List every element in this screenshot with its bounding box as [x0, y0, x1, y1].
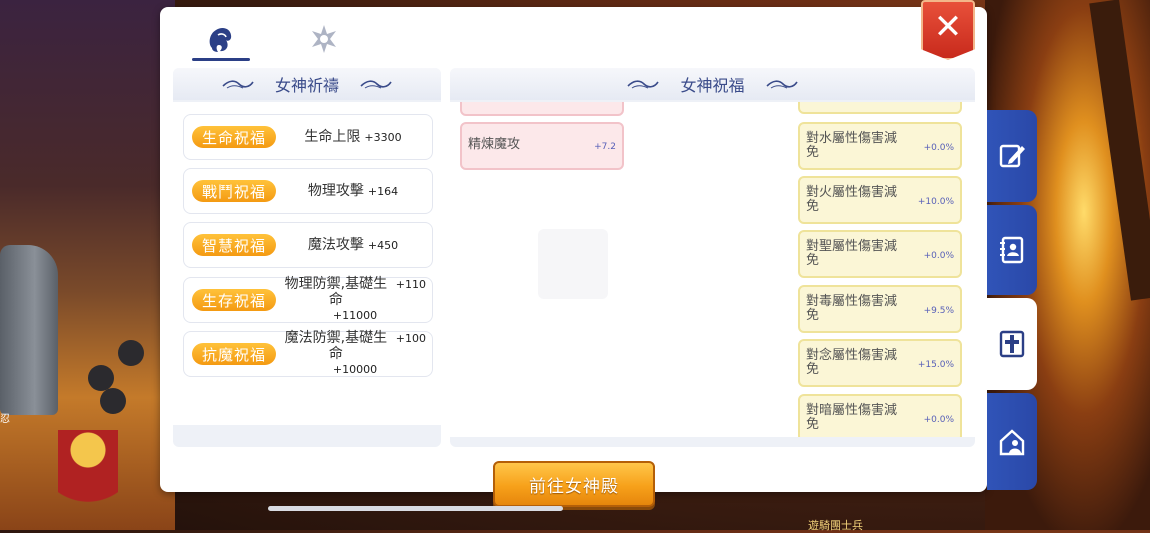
blessing-card: 對毒屬性傷害減免 +9.5%: [798, 285, 962, 333]
dead-tree: [1089, 0, 1150, 301]
stone-tower: [0, 245, 58, 415]
section-header: 女神祈禱: [173, 68, 441, 100]
blessing-value: +10.0%: [917, 197, 954, 207]
blessing-card-partial: [460, 102, 624, 116]
prayer-row: 戰鬥祝福 物理攻擊 +164: [183, 168, 433, 214]
blessing-card: 對聖屬性傷害減免 +0.0%: [798, 230, 962, 278]
top-tab-bar: [160, 7, 987, 67]
player-character[interactable]: [58, 430, 118, 530]
goddess-prayer-section: 女神祈禱 生命祝福 生命上限 +3300 戰鬥祝福 物理攻擊 +164 智慧祝福 魔…: [173, 68, 441, 447]
edit-pencil-icon: [999, 144, 1025, 168]
blessing-name: 對念屬性傷害減免: [806, 348, 898, 377]
section-header: 女神祝福: [450, 68, 975, 100]
prayer-row: 生命祝福 生命上限 +3300: [183, 114, 433, 160]
section-title: 女神祈禱: [274, 76, 339, 95]
blessing-value: +0.0%: [923, 415, 954, 425]
prayer-pill[interactable]: 生命祝福: [192, 126, 276, 148]
side-tab-edit[interactable]: [987, 110, 1037, 202]
close-button[interactable]: ✕: [921, 0, 975, 60]
npc-name-tag: 忍: [0, 414, 10, 425]
prayer-stat: 魔法防禦,基礎生命 +100 +10000: [284, 330, 426, 376]
close-icon: ✕: [933, 7, 963, 47]
blessing-value: +0.0%: [923, 143, 954, 153]
prayer-stat: 生命上限 +3300: [304, 128, 402, 145]
game-background-left: 忍: [0, 0, 175, 530]
contact-book-icon: [1000, 236, 1024, 264]
blessing-value: +0.0%: [923, 251, 954, 261]
prayer-stat: 魔法攻擊 +450: [307, 236, 399, 253]
dark-orb: [118, 340, 144, 366]
swirl-ornament-icon: [360, 80, 392, 89]
blessing-name: 對毒屬性傷害減免: [806, 294, 898, 323]
blessing-name: 精煉魔攻: [468, 137, 521, 152]
side-tab-guild-home[interactable]: [987, 393, 1037, 490]
dark-orb: [100, 388, 126, 414]
goddess-silhouette-icon: [209, 27, 232, 52]
prayer-row: 智慧祝福 魔法攻擊 +450: [183, 222, 433, 268]
blessing-value: +15.0%: [917, 360, 954, 370]
crystal-flower-icon: [312, 25, 336, 53]
prayer-row: 生存祝福 物理防禦,基礎生命 +110 +11000: [183, 276, 433, 323]
prayer-list: 生命祝福 生命上限 +3300 戰鬥祝福 物理攻擊 +164 智慧祝福 魔法攻擊 +4…: [173, 102, 441, 425]
blessing-name: 對火屬性傷害減免: [806, 185, 898, 214]
swirl-ornament-icon: [765, 80, 798, 89]
prayer-pill[interactable]: 戰鬥祝福: [192, 180, 276, 202]
blessing-card: 精煉魔攻 +7.2: [460, 122, 624, 170]
blessing-card: 對水屬性傷害減免 +0.0%: [798, 122, 962, 170]
blessing-card: 對火屬性傷害減免 +10.0%: [798, 176, 962, 224]
prayer-pill[interactable]: 抗魔祝福: [192, 343, 276, 365]
goddess-panel: ✕ 女神祈禱 生命祝福 生命上限 +3300 戰鬥祝福 物理攻擊 +164 智慧祝福: [160, 0, 987, 507]
blessing-name: 對聖屬性傷害減免: [806, 239, 898, 268]
go-to-goddess-temple-button[interactable]: 前往女神殿: [493, 461, 655, 507]
blessing-card: 對念屬性傷害減免 +15.0%: [798, 339, 962, 387]
scroll-indicator: [268, 506, 563, 511]
home-person-icon: [999, 428, 1025, 455]
section-title: 女神祝福: [680, 76, 745, 95]
goddess-blessing-section: 女神祝福 精煉魔攻 +7.2 對水屬性傷害減免 +0.0% 對火屬性傷害減免 +…: [450, 68, 975, 447]
blessing-card: 對暗屬性傷害減免 +0.0%: [798, 394, 962, 437]
tab-crystal[interactable]: [295, 17, 353, 61]
prayer-pill[interactable]: 智慧祝福: [192, 234, 276, 256]
prayer-stat: 物理攻擊 +164: [307, 182, 399, 199]
swirl-ornament-icon: [222, 80, 254, 89]
swirl-ornament-icon: [627, 80, 660, 89]
prayer-stat: 物理防禦,基礎生命 +110 +11000: [284, 276, 426, 322]
empty-slot: [538, 229, 608, 299]
side-tab-goddess[interactable]: [987, 298, 1037, 390]
blessing-card-partial: [798, 102, 962, 114]
blessing-value: +7.2: [594, 142, 616, 152]
dark-orb: [88, 365, 114, 391]
side-tab-contacts[interactable]: [987, 205, 1037, 295]
prayer-pill[interactable]: 生存祝福: [192, 289, 276, 311]
blessing-name: 對水屬性傷害減免: [806, 131, 898, 160]
prayer-row: 抗魔祝福 魔法防禦,基礎生命 +100 +10000: [183, 330, 433, 377]
blessing-grid[interactable]: 精煉魔攻 +7.2 對水屬性傷害減免 +0.0% 對火屬性傷害減免 +10.0%…: [450, 102, 975, 437]
cross-icon: [999, 330, 1025, 358]
npc-name-label: 遊騎團士兵: [808, 519, 863, 532]
blessing-name: 對暗屬性傷害減免: [806, 403, 898, 432]
tab-goddess[interactable]: [192, 17, 250, 61]
blessing-value: +9.5%: [923, 306, 954, 316]
